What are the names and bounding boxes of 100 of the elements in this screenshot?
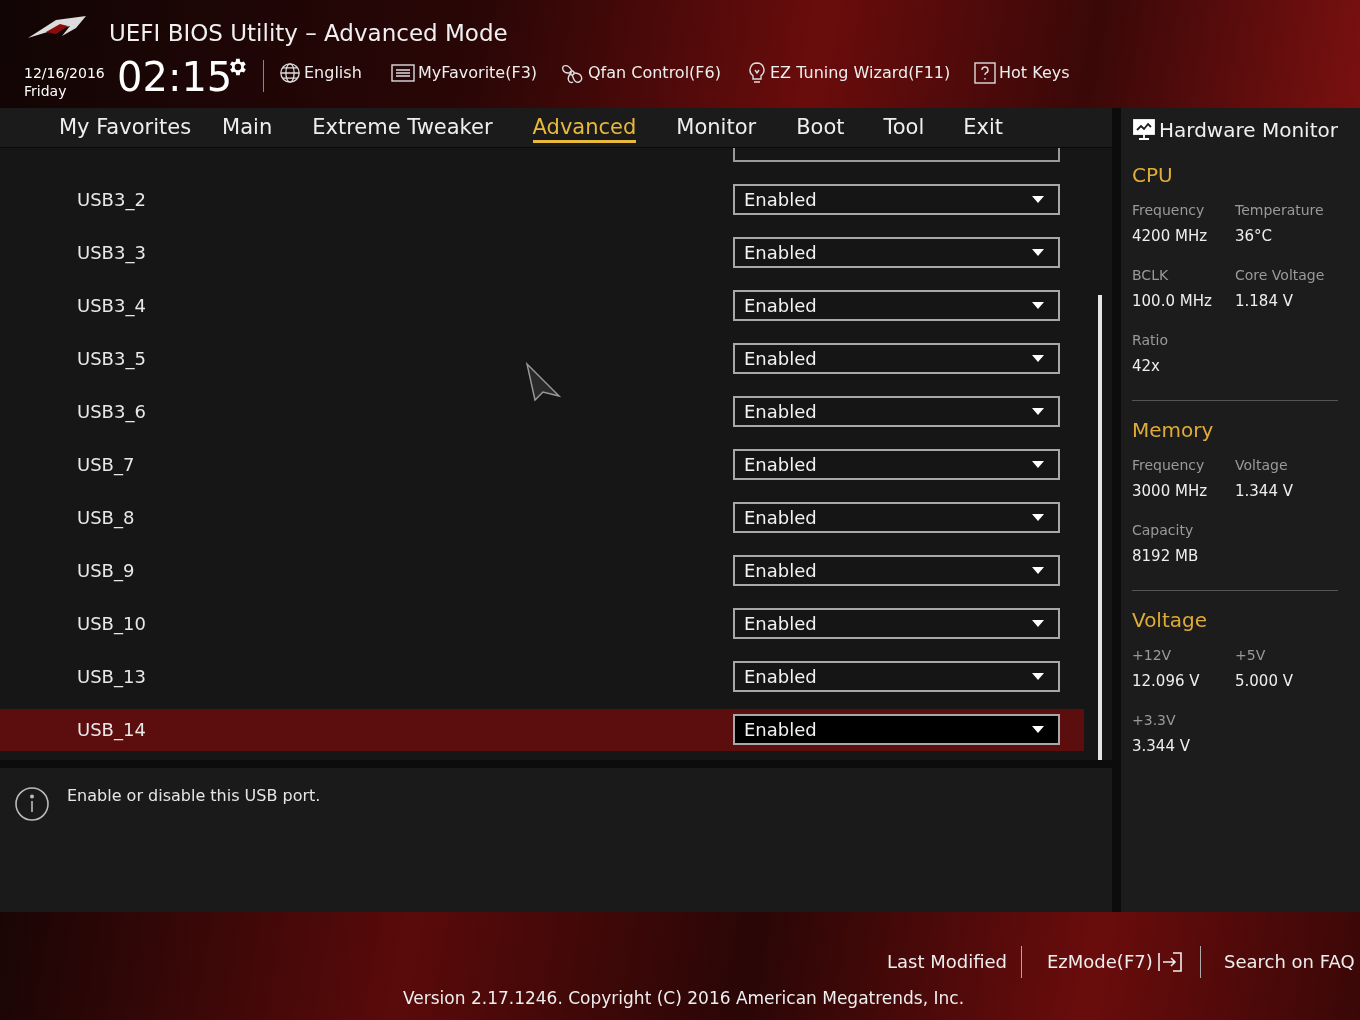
menu-tab[interactable]: Monitor xyxy=(656,111,777,144)
dropdown-select[interactable]: Enabled xyxy=(733,343,1060,374)
caret-icon xyxy=(1032,514,1044,521)
caret-icon xyxy=(1032,673,1044,680)
setting-row[interactable]: USB3_6 Enabled xyxy=(0,390,1084,433)
setting-row[interactable]: USB3_4 Enabled xyxy=(0,284,1084,327)
stat-label: +12V xyxy=(1132,646,1173,665)
stat-label: Frequency xyxy=(1132,201,1206,220)
setting-row[interactable]: USB_14 Enabled xyxy=(0,708,1084,751)
stat-label: Voltage xyxy=(1235,456,1289,475)
stat-label: BCLK xyxy=(1132,266,1170,285)
setting-label: USB_8 xyxy=(77,506,136,531)
dropdown-select[interactable]: Enabled xyxy=(733,396,1060,427)
setting-row[interactable]: USB_7 Enabled xyxy=(0,443,1084,486)
setting-row[interactable]: USB3_5 Enabled xyxy=(0,337,1084,380)
setting-label: USB3_2 xyxy=(77,188,147,213)
stat-label: Temperature xyxy=(1235,201,1325,220)
stat-label: +3.3V xyxy=(1132,711,1177,730)
caret-icon xyxy=(1032,355,1044,362)
setting-row[interactable]: USB3_2 Enabled xyxy=(0,178,1084,221)
setting-row[interactable]: USB3_3 Enabled xyxy=(0,231,1084,274)
caret-icon xyxy=(1032,461,1044,468)
panel-title: Hardware Monitor xyxy=(1159,116,1338,144)
stat-value: 100.0 MHz xyxy=(1132,291,1213,311)
menu-tab[interactable]: Boot xyxy=(776,111,865,144)
stat-value: 36°C xyxy=(1235,226,1274,246)
footer-link[interactable]: Last Modified xyxy=(887,948,1008,975)
globe-icon xyxy=(279,62,301,84)
stat-value: 8192 MB xyxy=(1132,546,1200,566)
stat-value: 1.184 V xyxy=(1235,291,1294,311)
setting-label: USB_14 xyxy=(77,718,147,743)
dropdown-select[interactable]: Enabled xyxy=(733,290,1060,321)
toolbar-button[interactable]: Qfan Control(F6) xyxy=(559,61,721,85)
setting-label: USB3_4 xyxy=(77,294,147,319)
lightbulb-icon xyxy=(747,61,767,85)
setting-label: USB_7 xyxy=(77,453,136,478)
setting-row[interactable]: USB_9 Enabled xyxy=(0,549,1084,592)
toolbar-button[interactable]: English xyxy=(279,61,362,85)
dropdown-select[interactable]: Enabled xyxy=(733,661,1060,692)
section-title: Voltage xyxy=(1132,607,1209,633)
stat-value: 3.344 V xyxy=(1132,736,1191,756)
menu-tab[interactable]: Main xyxy=(202,111,293,144)
dropdown-select[interactable]: Enabled xyxy=(733,714,1060,745)
caret-icon xyxy=(1032,196,1044,203)
setting-label: USB3_5 xyxy=(77,347,147,372)
setting-label: USB_9 xyxy=(77,559,136,584)
menu-tab[interactable]: My Favorites xyxy=(48,111,203,144)
section-title: CPU xyxy=(1132,162,1174,188)
exit-icon xyxy=(1156,950,1183,973)
toolbar-button[interactable]: Hot Keys xyxy=(974,61,1070,85)
clock-time: 02:15 xyxy=(117,54,233,100)
dropdown-select[interactable]: Enabled xyxy=(733,449,1060,480)
menu-tab[interactable]: Tool xyxy=(864,111,944,144)
stat-value: 1.344 V xyxy=(1235,481,1294,501)
section-title: Memory xyxy=(1132,417,1215,443)
monitor-icon xyxy=(1132,117,1156,142)
setting-label: USB_10 xyxy=(77,612,147,637)
stat-label: Capacity xyxy=(1132,521,1195,540)
info-icon xyxy=(14,786,50,822)
dropdown-select[interactable]: Enabled xyxy=(733,502,1060,533)
setting-label: USB3_3 xyxy=(77,241,147,266)
caret-icon xyxy=(1032,726,1044,733)
stat-label: Core Voltage xyxy=(1235,266,1326,285)
stat-value: 12.096 V xyxy=(1132,671,1201,691)
day-text: Friday xyxy=(24,82,67,100)
stat-label: Frequency xyxy=(1132,456,1206,475)
stat-value: 3000 MHz xyxy=(1132,481,1209,501)
setting-row[interactable]: USB_13 Enabled xyxy=(0,655,1084,698)
pointer-icon xyxy=(525,362,561,402)
date-text: 12/16/2016 xyxy=(24,64,105,82)
caret-icon xyxy=(1032,249,1044,256)
version-text: Version 2.17.1246. Copyright (C) 2016 American Megatrends, Inc. xyxy=(403,987,965,1010)
footer-link[interactable]: Search on FAQ xyxy=(1224,948,1355,975)
footer-link[interactable]: EzMode(F7) xyxy=(1047,948,1183,975)
dropdown-select[interactable]: Enabled xyxy=(733,237,1060,268)
caret-icon xyxy=(1032,408,1044,415)
menu-tab[interactable]: Exit xyxy=(943,111,1024,144)
stat-label: +5V xyxy=(1235,646,1267,665)
caret-icon xyxy=(1032,567,1044,574)
stat-label: Ratio xyxy=(1132,331,1169,350)
help-icon xyxy=(974,62,996,84)
caret-icon xyxy=(1032,620,1044,627)
dropdown-select[interactable]: Enabled xyxy=(733,608,1060,639)
stat-value: 42x xyxy=(1132,356,1161,376)
toolbar-button[interactable]: MyFavorite(F3) xyxy=(391,61,538,85)
stat-value: 4200 MHz xyxy=(1132,226,1209,246)
setting-label: USB_13 xyxy=(77,665,147,690)
dropdown-select[interactable]: Enabled xyxy=(733,555,1060,586)
menu-tab[interactable]: Advanced xyxy=(512,111,657,144)
list-icon xyxy=(391,63,415,83)
scrollbar-thumb[interactable] xyxy=(1098,295,1102,760)
dropdown-select[interactable]: Enabled xyxy=(733,184,1060,215)
window-title: UEFI BIOS Utility – Advanced Mode xyxy=(109,19,508,48)
toolbar-button[interactable]: EZ Tuning Wizard(F11) xyxy=(747,61,951,85)
menu-tab[interactable]: Extreme Tweaker xyxy=(292,111,513,144)
setting-row[interactable]: USB_8 Enabled xyxy=(0,496,1084,539)
help-text: Enable or disable this USB port. xyxy=(67,785,321,807)
stat-value: 5.000 V xyxy=(1235,671,1294,691)
caret-icon xyxy=(1032,302,1044,309)
setting-row[interactable]: USB_10 Enabled xyxy=(0,602,1084,645)
